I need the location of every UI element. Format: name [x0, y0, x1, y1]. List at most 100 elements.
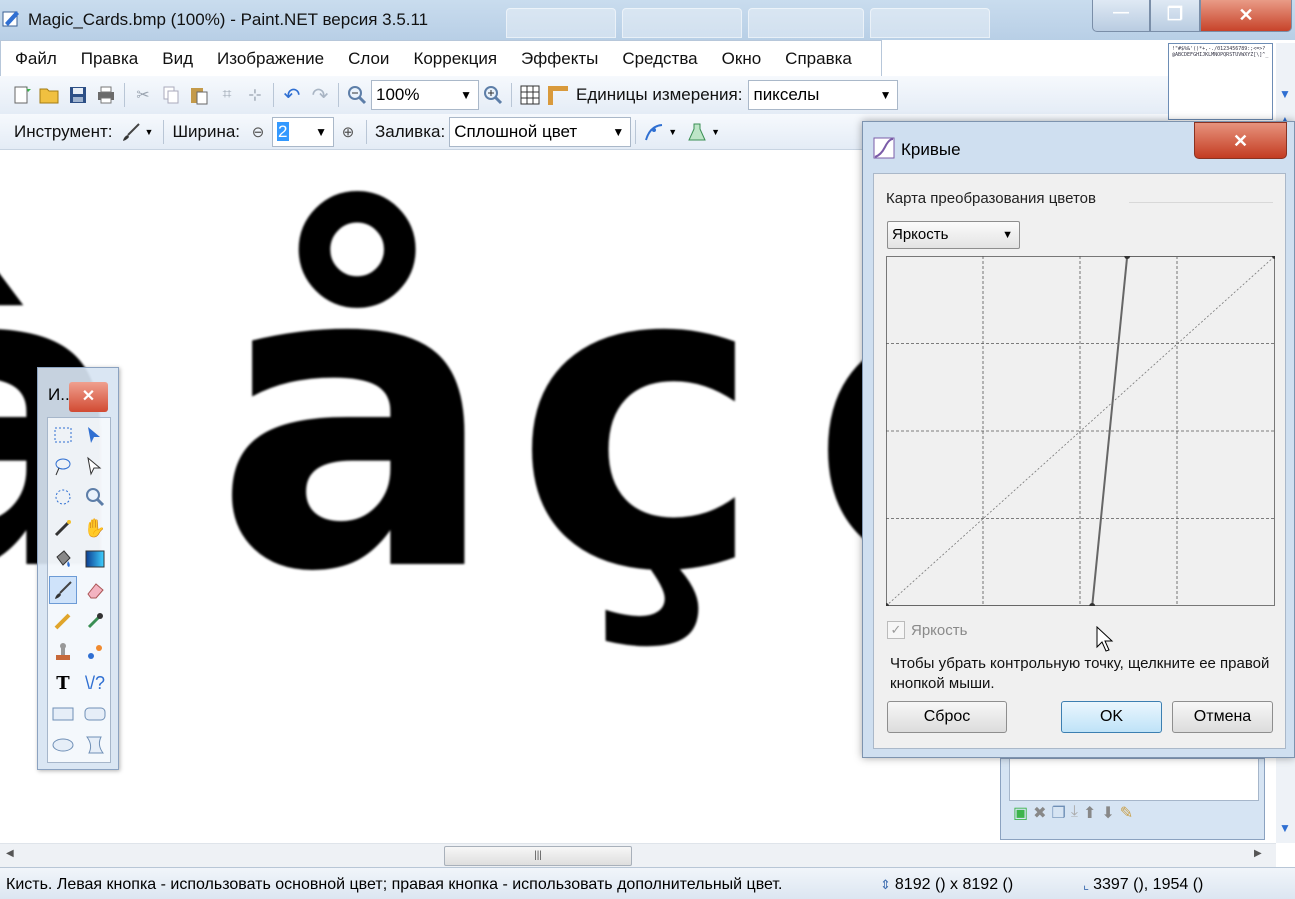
ruler-icon[interactable]	[547, 84, 569, 106]
freeform-shape-icon[interactable]	[81, 731, 109, 759]
tools-close-button[interactable]: ✕	[69, 382, 108, 412]
layers-window: ▣ ✖ ❐ ⤓ ⬆ ⬇ ✎	[1000, 758, 1265, 840]
minimize-button[interactable]: —	[1092, 0, 1150, 32]
window-title: Magic_Cards.bmp (100%) - Paint.NET верси…	[28, 10, 429, 29]
new-image-icon[interactable]	[11, 84, 33, 106]
grid-icon[interactable]	[519, 84, 541, 106]
decrease-icon[interactable]: ⊖	[247, 121, 269, 143]
separator	[163, 119, 165, 144]
cut-icon[interactable]: ✂	[132, 84, 154, 106]
move-selection-icon[interactable]	[81, 421, 109, 449]
menu-file[interactable]: Файл	[3, 41, 69, 77]
image-thumbnail-tab[interactable]: !"#$%&'()*+,-./0123456789:;<=>?@ABCDEFGH…	[1168, 43, 1273, 120]
delete-layer-icon[interactable]: ✖	[1033, 803, 1046, 823]
menu-effects[interactable]: Эффекты	[509, 41, 610, 77]
chevron-down-icon[interactable]: ▼	[711, 127, 720, 137]
move-selected-icon[interactable]	[81, 452, 109, 480]
clone-stamp-icon[interactable]	[49, 638, 77, 666]
menu-help[interactable]: Справка	[773, 41, 864, 77]
gradient-icon[interactable]	[81, 545, 109, 573]
menu-layers[interactable]: Слои	[336, 41, 401, 77]
color-picker-icon[interactable]	[81, 607, 109, 635]
menu-window[interactable]: Окно	[710, 41, 774, 77]
ellipse-select-icon[interactable]	[49, 483, 77, 511]
open-icon[interactable]	[39, 84, 61, 106]
pan-hand-icon[interactable]: ✋	[81, 514, 109, 542]
eraser-icon[interactable]	[81, 576, 109, 604]
redo-icon[interactable]: ↷	[309, 84, 331, 107]
line-curve-icon[interactable]: \/?	[81, 669, 109, 697]
paintbrush-icon[interactable]	[120, 121, 142, 143]
copy-icon[interactable]	[160, 84, 182, 106]
brush-width-combo[interactable]: 2 ▼	[272, 116, 335, 147]
curves-close-button[interactable]: ✕	[1194, 122, 1287, 159]
chevron-down-icon: ▼	[879, 88, 892, 102]
menu-utilities[interactable]: Средства	[610, 41, 709, 77]
text-tool-icon[interactable]: T	[49, 669, 77, 697]
chevron-down-icon: ▼	[1002, 229, 1013, 241]
cancel-button[interactable]: Отмена	[1172, 701, 1273, 733]
increase-icon[interactable]: ⊕	[337, 121, 359, 143]
save-icon[interactable]	[67, 84, 89, 106]
blend-mode-flask-icon[interactable]	[686, 121, 708, 143]
paintnet-app-icon[interactable]	[2, 8, 22, 30]
menu-view[interactable]: Вид	[150, 41, 205, 77]
image-size: ⇕ 8192 () x 8192 ()	[880, 876, 1013, 894]
paste-icon[interactable]	[188, 84, 210, 106]
units-combo[interactable]: пикселы ▼	[748, 80, 899, 110]
horizontal-scrollbar[interactable]: ◀ ||| ▶	[0, 843, 1276, 867]
scroll-down-arrow-icon[interactable]: ▼	[1279, 821, 1291, 835]
undo-icon[interactable]: ↶	[281, 84, 303, 107]
move-layer-down-icon[interactable]: ⬇	[1101, 803, 1114, 823]
lasso-select-icon[interactable]	[49, 452, 77, 480]
zoom-value: 100%	[376, 85, 420, 104]
luminosity-checkbox[interactable]: ✓ Яркость	[887, 621, 967, 639]
chevron-down-icon[interactable]: ▼	[668, 127, 677, 137]
zoom-combo[interactable]: 100% ▼	[371, 80, 479, 110]
scroll-left-arrow-icon[interactable]: ◀	[6, 848, 14, 859]
fill-combo[interactable]: Сплошной цвет ▼	[449, 116, 632, 147]
ellipse-shape-icon[interactable]	[49, 731, 77, 759]
paintbrush-tool-icon[interactable]	[49, 576, 77, 604]
menu-adjustments[interactable]: Коррекция	[401, 41, 509, 77]
magic-wand-icon[interactable]	[49, 514, 77, 542]
rounded-rectangle-icon[interactable]	[81, 700, 109, 728]
menu-edit[interactable]: Правка	[69, 41, 150, 77]
move-layer-up-icon[interactable]: ⬆	[1083, 803, 1096, 823]
zoom-in-icon[interactable]	[482, 84, 504, 106]
paint-bucket-icon[interactable]	[49, 545, 77, 573]
deselect-icon[interactable]: ⊹	[244, 84, 266, 106]
curve-graph[interactable]	[886, 256, 1275, 606]
crop-icon[interactable]: ⌗	[216, 84, 238, 106]
tool-label: Инструмент:	[14, 121, 113, 141]
pencil-icon[interactable]	[49, 607, 77, 635]
add-layer-icon[interactable]: ▣	[1013, 803, 1028, 823]
zoom-icon[interactable]	[81, 483, 109, 511]
scroll-right-arrow-icon[interactable]: ▶	[1254, 848, 1262, 859]
menu-image[interactable]: Изображение	[205, 41, 336, 77]
scroll-thumb[interactable]: |||	[444, 846, 632, 866]
separator	[273, 83, 274, 107]
maximize-button[interactable]: ❐	[1150, 0, 1200, 32]
hint-text: Чтобы убрать контрольную точку, щелкните…	[890, 655, 1270, 692]
close-button[interactable]: ✕	[1200, 0, 1292, 32]
rectangle-select-icon[interactable]	[49, 421, 77, 449]
curves-title: Кривые	[901, 140, 961, 159]
units-label: Единицы измерения:	[576, 85, 743, 104]
chevron-down-icon[interactable]: ▼	[145, 127, 154, 137]
print-icon[interactable]	[95, 84, 117, 106]
layer-properties-icon[interactable]: ✎	[1120, 803, 1133, 823]
list-down-arrow-icon[interactable]: ▼	[1279, 87, 1291, 101]
antialiasing-icon[interactable]	[643, 121, 665, 143]
ok-button[interactable]: OK	[1061, 701, 1162, 733]
curve-mode-select[interactable]: Яркость ▼	[887, 221, 1020, 249]
reset-button[interactable]: Сброс	[887, 701, 1007, 733]
rectangle-shape-icon[interactable]	[49, 700, 77, 728]
layers-list[interactable]	[1009, 759, 1259, 801]
zoom-out-icon[interactable]	[346, 84, 368, 106]
units-value: пикселы	[753, 85, 820, 104]
thumbnail-preview: !"#$%&'()*+,-./0123456789:;<=>?@ABCDEFGH…	[1172, 46, 1269, 58]
duplicate-layer-icon[interactable]: ❐	[1052, 803, 1066, 823]
recolor-icon[interactable]	[81, 638, 109, 666]
merge-layer-down-icon[interactable]: ⤓	[1071, 803, 1078, 823]
